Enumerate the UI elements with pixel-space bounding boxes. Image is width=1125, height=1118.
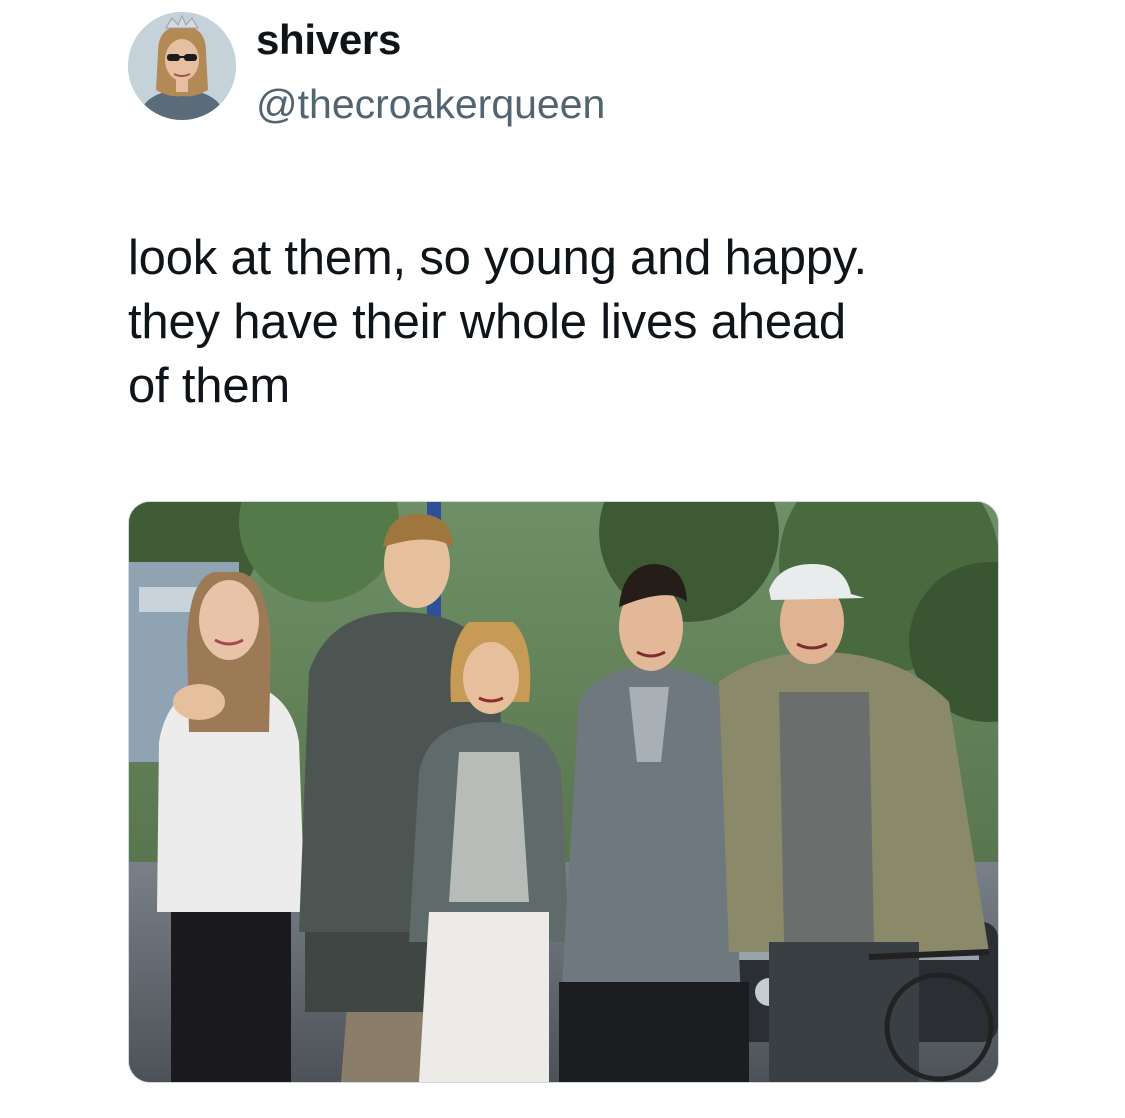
group-photo-icon	[129, 502, 998, 1082]
tweet-text-line: look at them, so young and happy.	[128, 231, 867, 285]
tweet-card[interactable]: shivers @thecroakerqueen look at them, s…	[0, 0, 1125, 1118]
tweet-text-line: of them	[128, 359, 291, 413]
user-avatar-icon	[128, 12, 236, 120]
user-handle[interactable]: @thecroakerqueen	[256, 78, 605, 130]
display-name[interactable]: shivers	[256, 14, 401, 66]
tweet-media-photo[interactable]	[128, 501, 999, 1083]
avatar[interactable]	[128, 12, 236, 120]
tweet-text: look at them, so young and happy. they h…	[128, 226, 1028, 418]
tweet-text-line: they have their whole lives ahead	[128, 295, 846, 349]
